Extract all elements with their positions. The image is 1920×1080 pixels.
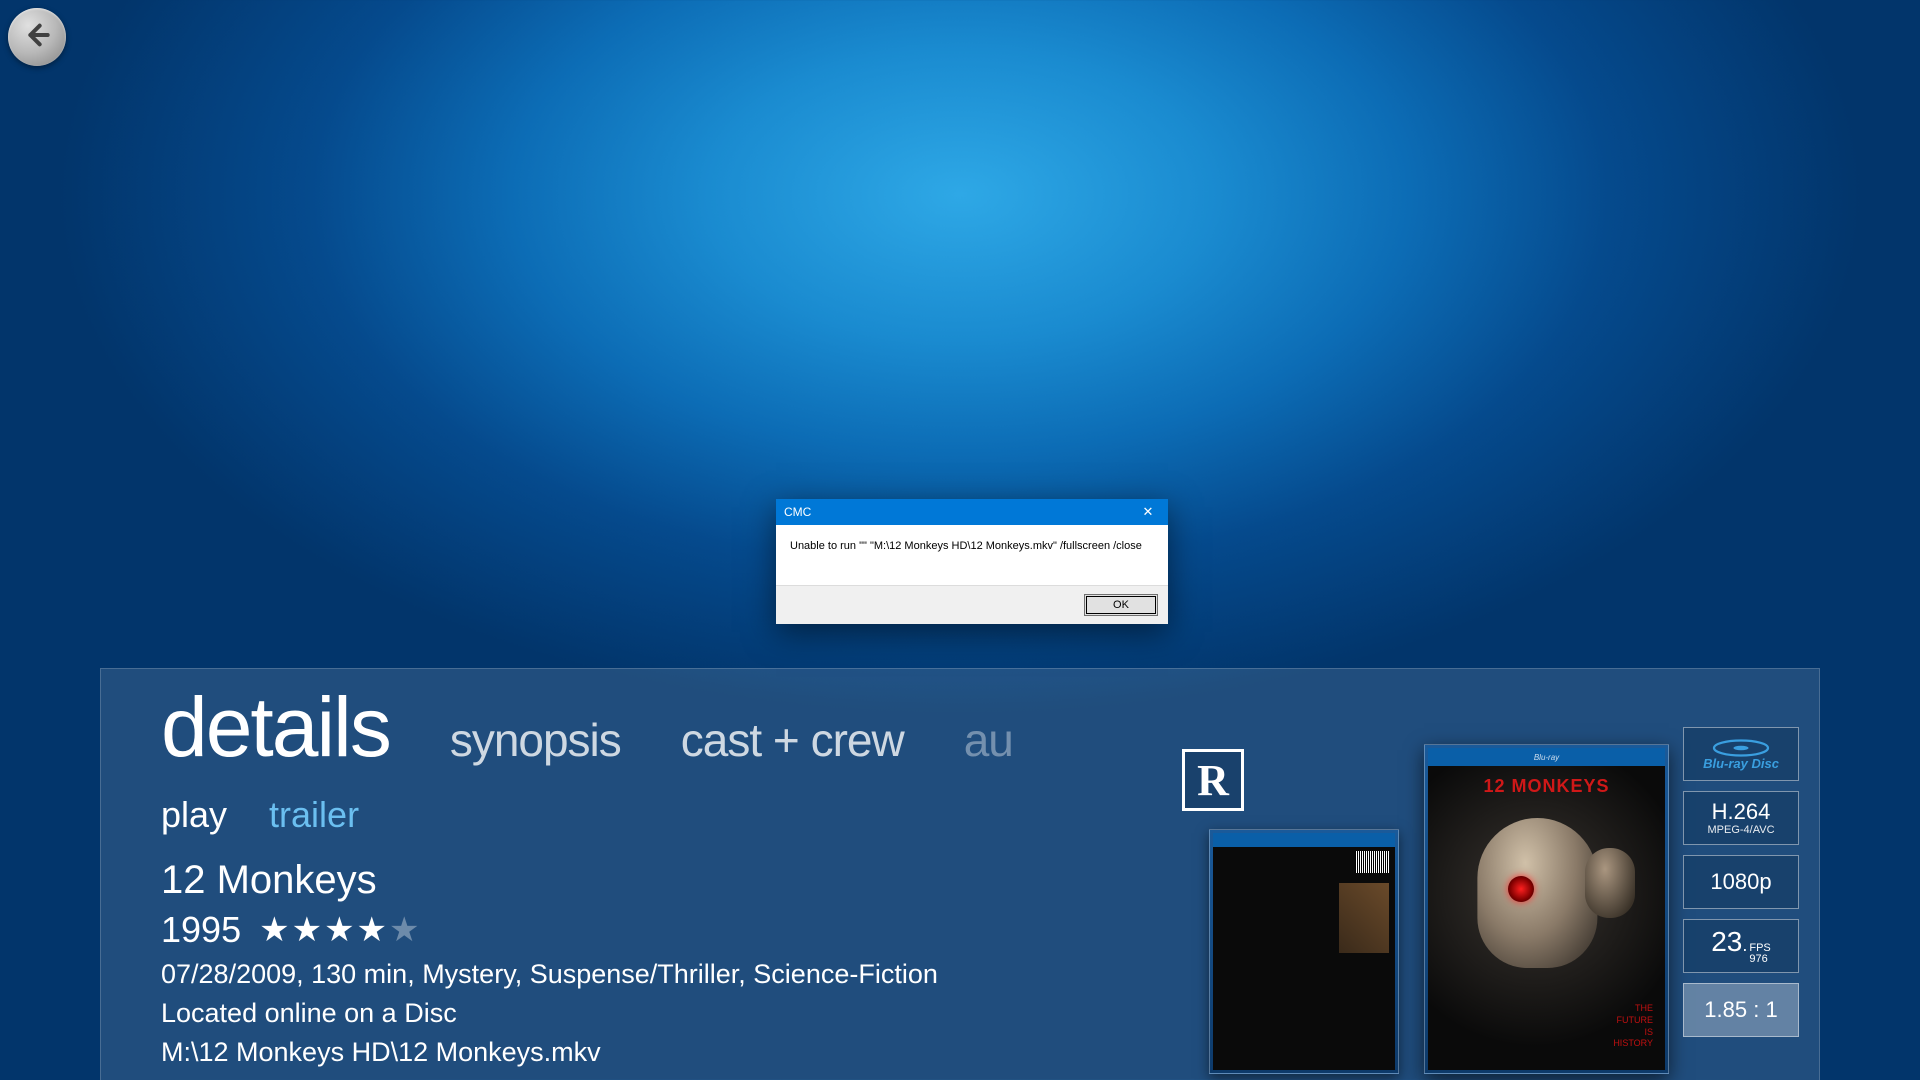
badge-fps: 23. FPS976 <box>1683 919 1799 973</box>
movie-year: 1995 <box>161 909 241 951</box>
cover-title: 12 MONKEYS <box>1428 776 1665 797</box>
star-icon: ★ <box>324 913 354 947</box>
dialog-ok-button[interactable]: OK <box>1084 594 1158 616</box>
mpaa-rating: R <box>1182 749 1244 811</box>
back-button[interactable] <box>8 8 66 66</box>
tech-badges: Blu-ray Disc H.264 MPEG-4/AVC 1080p 23. … <box>1683 727 1799 1037</box>
badge-codec: H.264 MPEG-4/AVC <box>1683 791 1799 845</box>
bluray-disc-icon <box>1711 739 1771 757</box>
arrow-left-icon <box>21 19 53 56</box>
dialog-message: Unable to run "" "M:\12 Monkeys HD\12 Mo… <box>776 525 1168 585</box>
dialog-footer: OK <box>776 585 1168 624</box>
star-icon: ★ <box>389 913 419 947</box>
star-rating: ★ ★ ★ ★ ★ <box>259 913 419 947</box>
tab-synopsis[interactable]: synopsis <box>450 713 621 767</box>
dialog-close-button[interactable]: ✕ <box>1128 499 1168 525</box>
star-icon: ★ <box>259 913 289 947</box>
cover-tagline: THEFUTUREISHISTORY <box>1613 1003 1653 1050</box>
badge-bluray: Blu-ray Disc <box>1683 727 1799 781</box>
badge-aspect: 1.85 : 1 <box>1683 983 1799 1037</box>
cover-art-back <box>1209 829 1399 1074</box>
details-panel: details synopsis cast + crew au play tra… <box>100 668 1820 1080</box>
close-icon: ✕ <box>1143 504 1154 520</box>
badge-resolution: 1080p <box>1683 855 1799 909</box>
dialog-title: CMC <box>784 505 811 519</box>
star-icon: ★ <box>357 913 387 947</box>
cover-art-front: Blu-ray 12 MONKEYS THEFUTUREISHISTORY <box>1424 744 1669 1074</box>
error-dialog: CMC ✕ Unable to run "" "M:\12 Monkeys HD… <box>776 499 1168 624</box>
tab-cast-crew[interactable]: cast + crew <box>681 713 904 767</box>
star-icon: ★ <box>292 913 322 947</box>
dialog-titlebar[interactable]: CMC ✕ <box>776 499 1168 525</box>
trailer-button[interactable]: trailer <box>269 794 359 836</box>
tab-cutoff: au <box>964 713 1013 767</box>
tab-details[interactable]: details <box>161 679 390 776</box>
play-button[interactable]: play <box>161 794 227 836</box>
